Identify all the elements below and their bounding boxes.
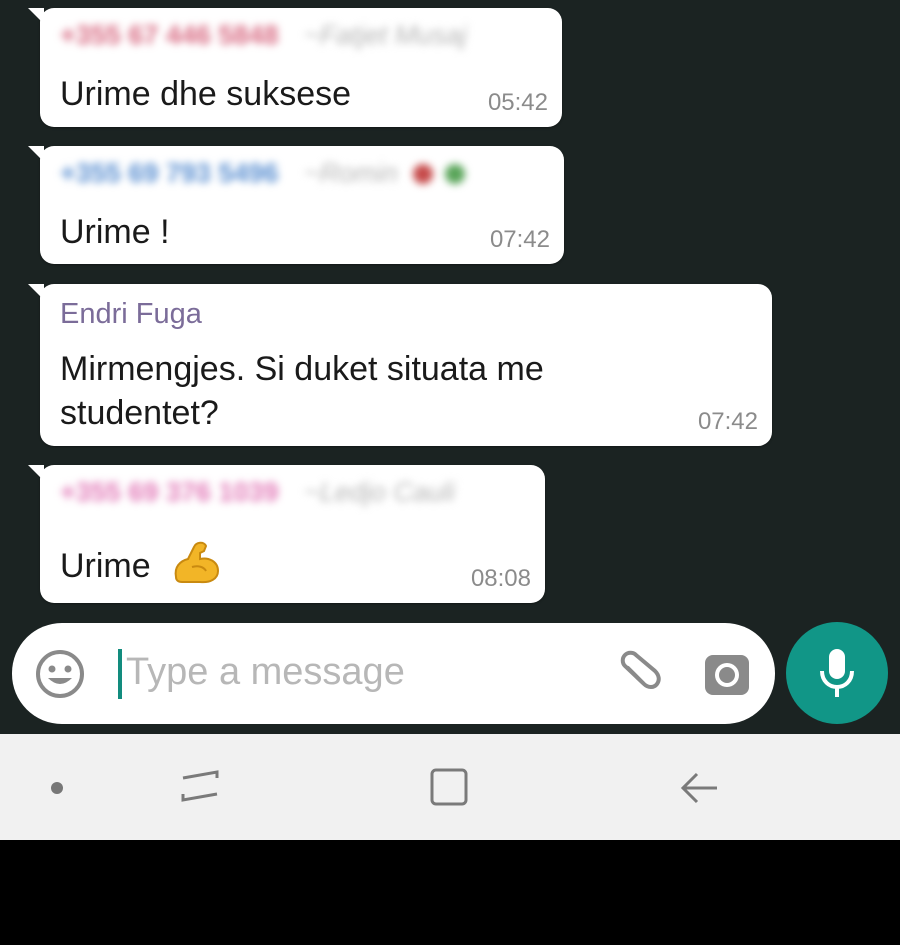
bubble-tail [28, 8, 44, 24]
message-input[interactable]: Type a message [126, 651, 405, 694]
message-text: Urime [60, 537, 222, 588]
message-time: 05:42 [487, 89, 548, 116]
message-text: Urime ! [60, 213, 170, 251]
sender-alias: ~Ledjo Cauli [303, 477, 455, 507]
message-text: Mirmengjes. Si duket situata me studente… [60, 350, 544, 432]
sender-number: +355 69 376 1039 [60, 477, 279, 507]
sender-number: +355 69 793 5496 [60, 158, 279, 188]
message-time: 07:42 [697, 408, 758, 435]
message-bubble[interactable]: +355 69 376 1039 ~Ledjo Cauli Urime 08:0… [28, 465, 545, 603]
recent-apps-icon[interactable] [165, 734, 235, 840]
sender-alias: ~Romin [303, 158, 398, 188]
back-icon[interactable] [665, 734, 735, 840]
paperclip-icon[interactable] [614, 648, 666, 700]
sender-alias: ~Fatjet Musaj [303, 20, 467, 50]
dot-icon [51, 782, 63, 794]
mic-button[interactable] [786, 622, 888, 724]
message-composer[interactable]: Type a message [12, 623, 775, 724]
emoji-icon[interactable] [34, 648, 86, 700]
message-bubble[interactable]: +355 67 446 5848 ~Fatjet Musaj Urime dhe… [28, 8, 562, 127]
emoji-icon [413, 164, 434, 184]
sender-number: +355 67 446 5848 [60, 20, 279, 50]
message-list[interactable]: +355 67 446 5848 ~Fatjet Musaj Urime dhe… [0, 0, 900, 625]
sender-label: +355 69 376 1039 ~Ledjo Cauli [60, 477, 455, 508]
bubble-tail [28, 284, 44, 300]
sender-label: +355 69 793 5496 ~Romin [60, 158, 465, 189]
message-bubble[interactable]: Endri Fuga Mirmengjes. Si duket situata … [28, 284, 772, 446]
bubble-tail [28, 146, 44, 162]
home-icon[interactable] [415, 734, 485, 840]
system-nav-bar [0, 734, 900, 840]
sender-name: Endri Fuga [60, 298, 202, 330]
chat-screen: +355 67 446 5848 ~Fatjet Musaj Urime dhe… [0, 0, 900, 840]
flexed-biceps-icon [174, 541, 220, 584]
sender-label: +355 67 446 5848 ~Fatjet Musaj [60, 20, 467, 51]
message-time: 07:42 [489, 226, 550, 253]
message-time: 08:08 [470, 565, 531, 592]
message-text-content: Urime [60, 547, 151, 585]
bubble-tail [28, 465, 44, 481]
text-cursor [118, 649, 122, 699]
message-bubble[interactable]: +355 69 793 5496 ~Romin Urime ! 07:42 [28, 146, 564, 264]
camera-icon[interactable] [702, 649, 752, 699]
mic-icon [820, 649, 854, 697]
emoji-icon [444, 164, 465, 184]
message-text: Urime dhe suksese [60, 75, 352, 113]
